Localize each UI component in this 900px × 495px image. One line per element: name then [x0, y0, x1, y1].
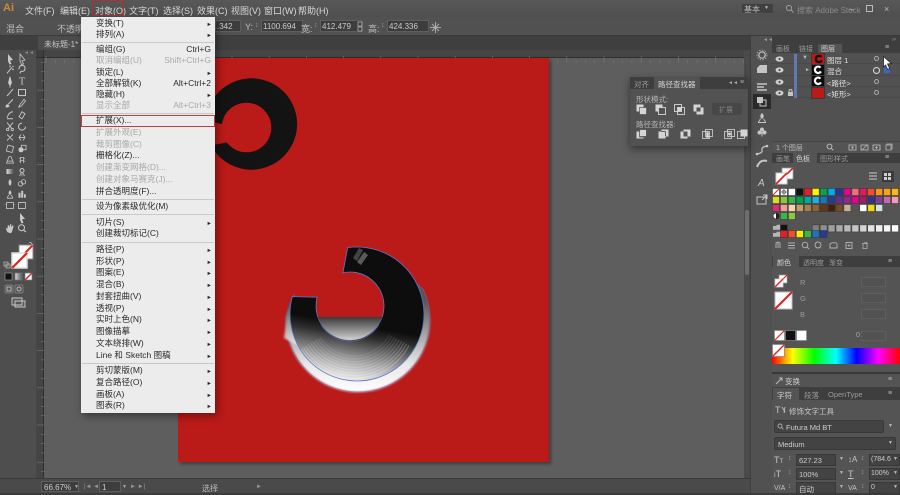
svg-text:T: T — [19, 77, 25, 88]
svg-text:T: T — [775, 405, 781, 415]
svg-text:A: A — [757, 178, 765, 189]
